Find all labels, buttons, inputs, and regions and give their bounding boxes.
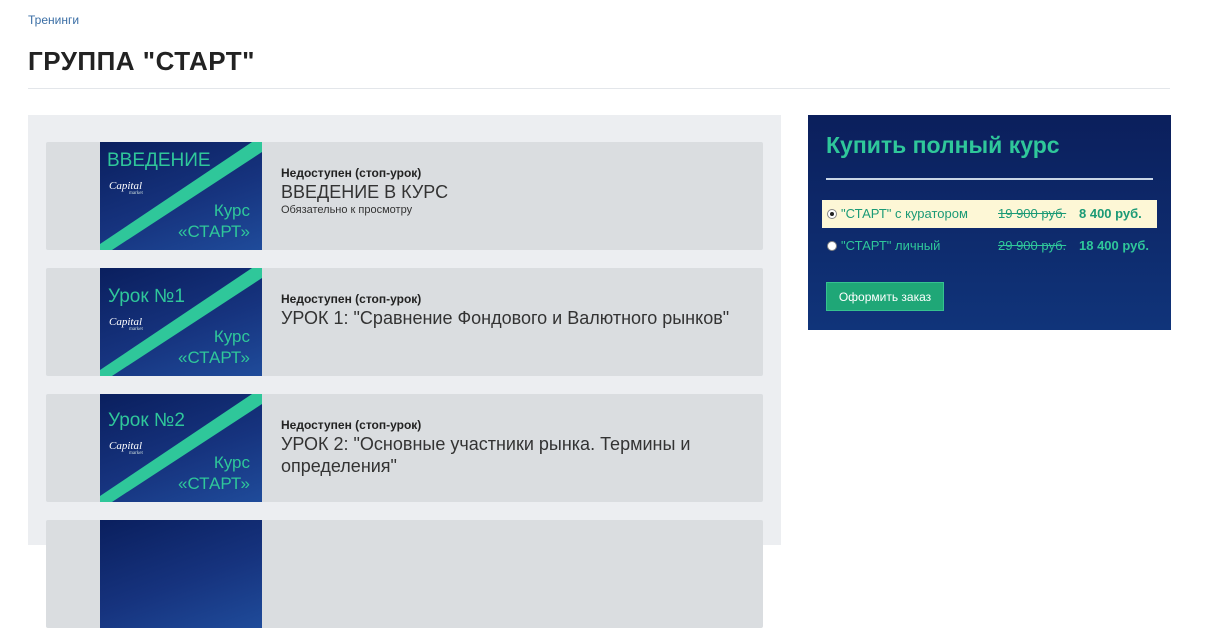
thumbnail-title: Урок №2 xyxy=(108,410,185,431)
new-price: 18 400 руб. xyxy=(1079,238,1150,253)
old-price: 29 900 руб. xyxy=(998,238,1067,253)
lesson-note: Обязательно к просмотру xyxy=(281,204,413,216)
option-label: "СТАРТ" личный xyxy=(841,238,941,253)
lesson-status: Недоступен (стоп-урок) xyxy=(281,292,422,306)
capital-logo: Capital market xyxy=(109,316,143,332)
lesson-status: Недоступен (стоп-урок) xyxy=(281,418,422,432)
place-order-button[interactable]: Оформить заказ xyxy=(826,282,944,311)
radio-button[interactable] xyxy=(827,241,837,251)
thumbnail-course-label: Курс «СТАРТ» xyxy=(178,327,250,367)
lessons-panel: ВВЕДЕНИЕ Capital market Курс «СТАРТ» Недос… xyxy=(28,115,781,628)
lesson-title[interactable]: УРОК 2: "Основные участники рынка. Терми… xyxy=(281,433,741,477)
lesson-thumbnail: Урок №2 Capital market Курс «СТАРТ» xyxy=(100,394,262,502)
capital-logo: Capital market xyxy=(109,440,143,456)
radio-button-checked[interactable] xyxy=(827,209,837,219)
lesson-title[interactable]: ВВЕДЕНИЕ В КУРС xyxy=(281,181,741,203)
capital-logo: Capital market xyxy=(109,180,143,196)
lesson-thumbnail: ВВЕДЕНИЕ Capital market Курс «СТАРТ» xyxy=(100,142,262,250)
price-option-personal[interactable]: "СТАРТ" личный 29 900 руб. 18 400 руб. xyxy=(822,232,1157,260)
lesson-card[interactable]: Урок №1 Capital market Курс «СТАРТ» Недост… xyxy=(46,268,763,376)
lesson-card[interactable] xyxy=(46,520,763,628)
buy-panel-divider xyxy=(826,178,1153,180)
lesson-status: Недоступен (стоп-урок) xyxy=(281,166,422,180)
lesson-title[interactable]: УРОК 1: "Сравнение Фондового и Валютного… xyxy=(281,307,741,329)
title-divider xyxy=(28,88,1170,89)
lesson-card[interactable]: Урок №2 Capital market Курс «СТАРТ» Недост… xyxy=(46,394,763,502)
new-price: 8 400 руб. xyxy=(1079,206,1142,221)
thumbnail-course-label: Курс «СТАРТ» xyxy=(178,453,250,493)
page-title: ГРУППА "СТАРТ" xyxy=(28,46,255,76)
buy-course-panel: Купить полный курс "СТАРТ" с куратором 1… xyxy=(808,115,1171,330)
lesson-thumbnail xyxy=(100,520,262,628)
thumbnail-title: ВВЕДЕНИЕ xyxy=(107,150,211,171)
thumbnail-course-label: Курс «СТАРТ» xyxy=(178,201,250,241)
option-label: "СТАРТ" с куратором xyxy=(841,206,968,221)
buy-panel-title: Купить полный курс xyxy=(826,132,1060,158)
lesson-card[interactable]: ВВЕДЕНИЕ Capital market Курс «СТАРТ» Недос… xyxy=(46,142,763,250)
old-price: 19 900 руб. xyxy=(998,206,1067,221)
lesson-thumbnail: Урок №1 Capital market Курс «СТАРТ» xyxy=(100,268,262,376)
thumbnail-title: Урок №1 xyxy=(108,286,185,307)
price-option-curator[interactable]: "СТАРТ" с куратором 19 900 руб. 8 400 ру… xyxy=(822,200,1157,228)
breadcrumb-trainings[interactable]: Тренинги xyxy=(28,13,79,27)
